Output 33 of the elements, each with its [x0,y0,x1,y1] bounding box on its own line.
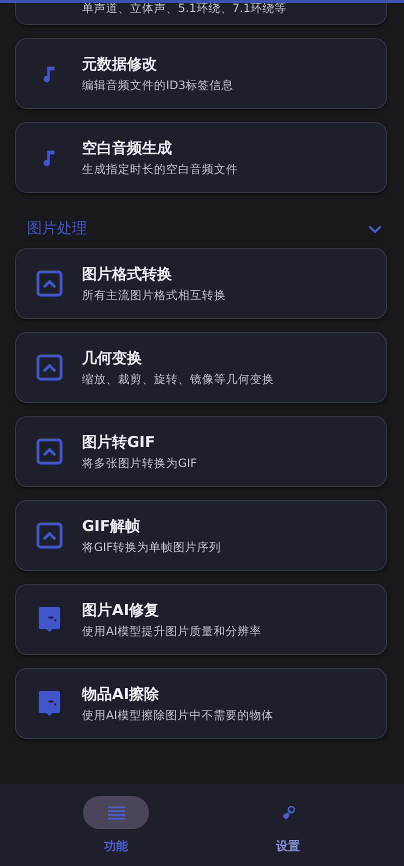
card-subtitle: 单声道、立体声、5.1环绕、7.1环绕等 [82,1,287,16]
card-title: GIF解帧 [82,516,142,536]
card-subtitle: 将GIF转换为单帧图片序列 [82,540,221,554]
card-title: 图片AI修复 [82,600,160,620]
card-title: 物品AI擦除 [82,684,160,704]
card-title: 几何变换 [82,348,143,368]
card-subtitle: 使用AI模型擦除图片中不需要的物体 [82,708,274,722]
image-icon [36,522,62,549]
tool-card[interactable]: 图片格式转换 所有主流图片格式相互转换 [15,248,387,319]
nav-tab[interactable]: 设置 [238,784,338,866]
card-subtitle: 缩放、裁剪、旋转、镜像等几何变换 [82,372,274,386]
card-title: 元数据修改 [82,54,158,74]
tool-card[interactable]: 图片AI修复 使用AI模型提升图片质量和分辨率 [15,584,387,655]
tool-card[interactable]: 图片转GIF 将多张图片转换为GIF [15,416,387,487]
wrench-icon [280,805,296,820]
card-subtitle: 使用AI模型提升图片质量和分辨率 [82,624,262,638]
card-title: 图片转GIF [82,432,156,452]
section-title: 图片处理 [27,219,87,238]
card-subtitle: 编辑音频文件的ID3标签信息 [82,78,234,92]
image-icon [36,270,62,297]
tool-card[interactable]: 元数据修改 编辑音频文件的ID3标签信息 [15,38,387,109]
card-subtitle: 将多张图片转换为GIF [82,456,197,470]
tool-card[interactable]: GIF解帧 将GIF转换为单帧图片序列 [15,500,387,571]
image-icon [36,438,62,465]
card-title: 空白音频生成 [82,138,173,158]
image-icon [36,354,62,381]
tool-card[interactable]: 几何变换 缩放、裁剪、旋转、镜像等几何变换 [15,332,387,403]
card-title: 图片格式转换 [82,264,173,284]
tool-card[interactable]: 空白音频生成 生成指定时长的空白音频文件 [15,122,387,193]
card-subtitle: 所有主流图片格式相互转换 [82,288,226,302]
tool-card[interactable]: 物品AI擦除 使用AI模型擦除图片中不需要的物体 [15,668,387,739]
menu-icon [106,804,126,820]
card-subtitle: 生成指定时长的空白音频文件 [82,162,238,176]
